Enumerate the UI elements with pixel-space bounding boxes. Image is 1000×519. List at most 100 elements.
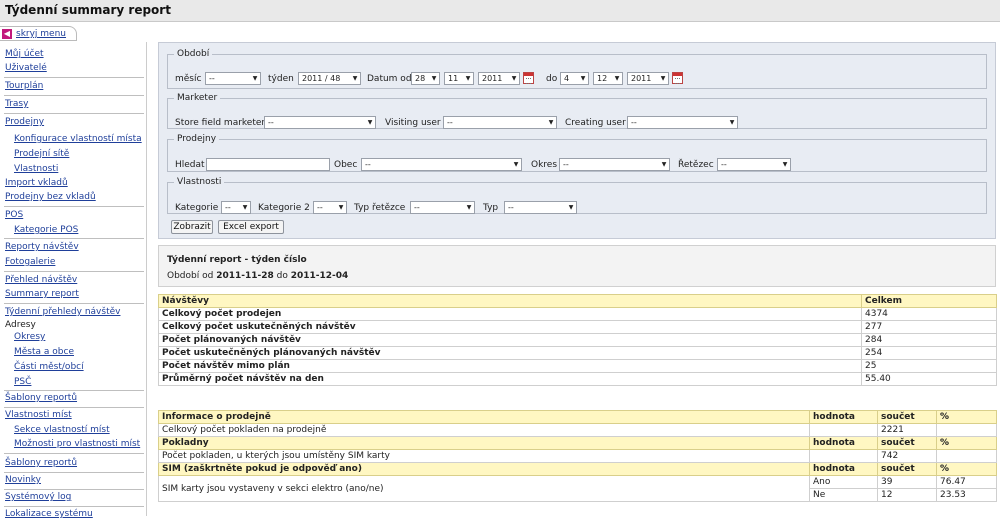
table-row: Celkový počet uskutečněných návštěv 277 (158, 320, 997, 334)
row-label: Počet plánovaných návštěv (158, 333, 862, 347)
row-label: Celkový počet prodejen (158, 307, 862, 321)
sidebar-item-tourplan[interactable]: Tourplán (5, 81, 43, 91)
page-title: Týdenní summary report (5, 3, 171, 17)
header-cell: SIM (zaškrtněte pokud je odpověď ano) (158, 462, 810, 476)
week-select[interactable]: 2011 / 48 ▼ (298, 72, 361, 85)
sidebar-item-visit-reports[interactable]: Reporty návštěv (5, 242, 79, 252)
table-row: Počet pokladen, u kterých jsou umístěny … (158, 449, 997, 463)
row-value: 4374 (861, 307, 997, 321)
sidebar-item-store-property-config[interactable]: Konfigurace vlastností místa (14, 134, 142, 144)
show-button[interactable]: Zobrazit (171, 220, 213, 234)
header-cell: hodnota (809, 462, 878, 476)
sidebar-item-weekly-visit-overviews[interactable]: Týdenní přehledy návštěv (5, 307, 120, 317)
to-month-select[interactable]: 12 ▼ (593, 72, 623, 85)
sidebar-item-users[interactable]: Uživatelé (5, 63, 47, 73)
sidebar-item-report-templates[interactable]: Šablony reportů (5, 393, 77, 403)
chain-select[interactable]: -- ▼ (717, 158, 791, 171)
table-row: Počet plánovaných návštěv 284 (158, 333, 997, 347)
town-value: -- (365, 160, 371, 169)
marketer-legend: Marketer (177, 93, 218, 103)
calendar-to-icon[interactable] (672, 72, 683, 84)
sidebar-divider (4, 390, 144, 391)
sidebar-item-towns[interactable]: Města a obce (14, 347, 74, 357)
to-year-select[interactable]: 2011 ▼ (627, 72, 669, 85)
from-month-select[interactable]: 11 ▼ (444, 72, 474, 85)
sidebar-item-my-account[interactable]: Můj účet (5, 49, 44, 59)
sidebar-item-system-log[interactable]: Systémový log (5, 492, 71, 502)
from-day-select[interactable]: 28 ▼ (411, 72, 440, 85)
search-input[interactable] (206, 158, 330, 171)
sidebar-item-photo-gallery[interactable]: Fotogalerie (5, 257, 55, 267)
sidebar-item-pos-categories[interactable]: Kategorie POS (14, 225, 78, 235)
sidebar-item-place-property-sections[interactable]: Sekce vlastností míst (14, 425, 110, 435)
category2-select[interactable]: -- ▼ (313, 201, 347, 214)
from-year-select[interactable]: 2011 ▼ (478, 72, 520, 85)
sidebar-item-postal-codes[interactable]: PSČ (14, 377, 31, 387)
town-label: Obec (334, 160, 358, 170)
sidebar-divider (4, 489, 144, 490)
sidebar-item-import-deposits[interactable]: Import vkladů (5, 178, 68, 188)
type-select[interactable]: -- ▼ (504, 201, 577, 214)
row-sum: 39 (877, 475, 937, 489)
store-field-marketer-label: Store field marketer (175, 118, 266, 128)
row-label: Počet uskutečněných plánovaných návštěv (158, 346, 862, 360)
chain-label: Řetězec (678, 160, 714, 170)
town-select[interactable]: -- ▼ (361, 158, 522, 171)
sidebar-item-routes[interactable]: Trasy (5, 99, 28, 109)
sidebar-item-news[interactable]: Novinky (5, 475, 41, 485)
sidebar-item-place-properties[interactable]: Vlastnosti míst (5, 410, 72, 420)
row-label: Počet návštěv mimo plán (158, 359, 862, 373)
header-cell: součet (877, 410, 937, 424)
row-value: 277 (861, 320, 997, 334)
calendar-from-icon[interactable] (523, 72, 534, 84)
hide-menu-link[interactable]: skryj menu (16, 29, 66, 39)
sidebar-item-place-property-options[interactable]: Možnosti pro vlastnosti míst (14, 439, 140, 449)
sidebar-section-addresses: Adresy (5, 320, 36, 330)
sidebar-divider (4, 303, 144, 304)
sidebar-item-pos[interactable]: POS (5, 210, 23, 220)
row-value: 25 (861, 359, 997, 373)
row-label: Průměrný počet návštěv na den (158, 372, 862, 386)
district-select[interactable]: -- ▼ (559, 158, 670, 171)
sidebar-item-town-parts[interactable]: Části měst/obcí (14, 362, 84, 372)
dropdown-arrow-icon: ▼ (465, 75, 471, 82)
stores-legend: Prodejny (177, 134, 217, 144)
store-field-marketer-select[interactable]: -- ▼ (264, 116, 376, 129)
sidebar-item-report-templates-2[interactable]: Šablony reportů (5, 458, 77, 468)
hide-menu-tab[interactable]: ◀ skryj menu (0, 26, 77, 41)
period-from: 2011-11-28 (216, 271, 274, 281)
row-value: 254 (861, 346, 997, 360)
dropdown-arrow-icon: ▼ (466, 204, 472, 211)
creating-user-select[interactable]: -- ▼ (627, 116, 738, 129)
period-legend: Období (177, 49, 210, 59)
table-row: Celkový počet prodejen 4374 (158, 307, 997, 321)
dropdown-arrow-icon: ▼ (338, 204, 344, 211)
sidebar-item-properties[interactable]: Vlastnosti (14, 164, 58, 174)
to-day-select[interactable]: 4 ▼ (560, 72, 589, 85)
from-year-value: 2011 (482, 74, 503, 83)
sidebar-item-system-localization[interactable]: Lokalizace systému (5, 509, 93, 519)
category-select[interactable]: -- ▼ (221, 201, 251, 214)
dropdown-arrow-icon: ▼ (242, 204, 248, 211)
visiting-user-select[interactable]: -- ▼ (443, 116, 557, 129)
sidebar-item-summary-report[interactable]: Summary report (5, 289, 79, 299)
sidebar-item-stores-without-deposits[interactable]: Prodejny bez vkladů (5, 192, 96, 202)
date-to-label: do (546, 74, 558, 84)
month-select[interactable]: -- ▼ (205, 72, 261, 85)
excel-export-button[interactable]: Excel export (218, 220, 284, 234)
sidebar-item-stores[interactable]: Prodejny (5, 117, 44, 127)
row-percent (936, 449, 997, 463)
table-header-row: SIM (zaškrtněte pokud je odpověď ano) ho… (158, 462, 997, 476)
sidebar-divider (4, 77, 144, 78)
header-cell: % (936, 436, 997, 450)
dropdown-arrow-icon: ▼ (782, 161, 788, 168)
chain-type-select[interactable]: -- ▼ (410, 201, 475, 214)
row-percent (936, 423, 997, 437)
sidebar-item-districts[interactable]: Okresy (14, 332, 45, 342)
sidebar-item-visit-overview[interactable]: Přehled návštěv (5, 275, 77, 285)
sidebar-item-store-networks[interactable]: Prodejní sítě (14, 149, 69, 159)
row-value (809, 449, 878, 463)
visits-table: Návštěvy Celkem Celkový počet prodejen 43… (158, 294, 997, 386)
table-header-row: Návštěvy Celkem (158, 294, 997, 308)
month-select-value: -- (209, 74, 215, 83)
